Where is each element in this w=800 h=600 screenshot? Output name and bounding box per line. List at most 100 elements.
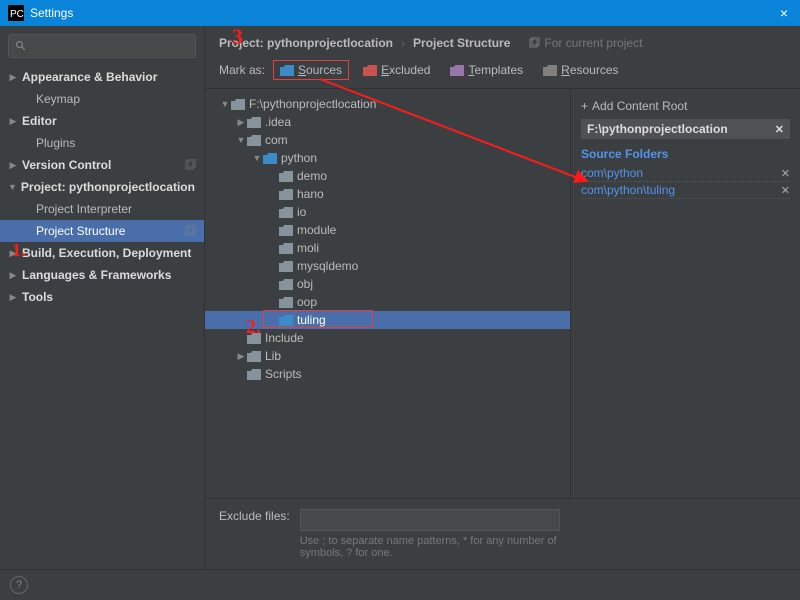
folder-Include[interactable]: Include — [205, 329, 570, 347]
folder-F--pythonprojectlocation[interactable]: F:\pythonprojectlocation — [205, 95, 570, 113]
copy-icon — [528, 37, 540, 49]
folder-icon — [247, 369, 261, 380]
folder-com[interactable]: com — [205, 131, 570, 149]
search-icon — [15, 40, 27, 52]
sidebar-item-keymap[interactable]: Keymap — [0, 88, 204, 110]
folder-icon — [247, 135, 261, 146]
breadcrumb-a[interactable]: Project: pythonprojectlocation — [219, 36, 393, 50]
folder-icon — [279, 171, 293, 182]
folder-icon — [279, 315, 293, 326]
sidebar-item-version-control[interactable]: Version Control — [0, 154, 204, 176]
exclude-input[interactable] — [300, 509, 560, 531]
folder-mysqldemo[interactable]: mysqldemo — [205, 257, 570, 275]
folder-demo[interactable]: demo — [205, 167, 570, 185]
folder-icon — [247, 333, 261, 344]
folder-module[interactable]: module — [205, 221, 570, 239]
exclude-label: Exclude files: — [219, 509, 290, 523]
chevron-right-icon — [8, 292, 18, 303]
sidebar-item-plugins[interactable]: Plugins — [0, 132, 204, 154]
sidebar-item-project-interpreter[interactable]: Project Interpreter — [0, 198, 204, 220]
settings-sidebar: Appearance & BehaviorKeymapEditorPlugins… — [0, 26, 205, 569]
folder-icon — [231, 99, 245, 110]
footer: ? — [0, 569, 800, 600]
mark-templates-button[interactable]: Templates — [444, 61, 529, 79]
folder-icon — [279, 225, 293, 236]
sidebar-item-editor[interactable]: Editor — [0, 110, 204, 132]
exclude-files-row: Exclude files: Use ; to separate name pa… — [205, 498, 800, 569]
folder-icon — [279, 297, 293, 308]
folder-io[interactable]: io — [205, 203, 570, 221]
mark-sources-button[interactable]: Sources — [273, 60, 349, 80]
sidebar-item-languages-frameworks[interactable]: Languages & Frameworks — [0, 264, 204, 286]
breadcrumb-sep: › — [401, 36, 405, 50]
settings-tree: Appearance & BehaviorKeymapEditorPlugins… — [0, 66, 204, 569]
chevron-down-icon — [8, 182, 17, 192]
folder-icon — [279, 189, 293, 200]
folder-icon — [280, 65, 294, 76]
app-icon: PC — [8, 5, 24, 21]
chevron-right-icon — [8, 160, 18, 171]
sidebar-item-tools[interactable]: Tools — [0, 286, 204, 308]
mark-resources-button[interactable]: Resources — [537, 61, 624, 79]
source-folder-row[interactable]: com\python\tuling✕ — [581, 182, 790, 199]
help-button[interactable]: ? — [10, 576, 28, 594]
mark-as-bar: Mark as: Sources Excluded Templates Reso… — [205, 54, 800, 89]
remove-source-icon[interactable]: ✕ — [781, 184, 790, 197]
folder-icon — [279, 279, 293, 290]
folder-Lib[interactable]: Lib — [205, 347, 570, 365]
folder--idea[interactable]: .idea — [205, 113, 570, 131]
folder-tuling[interactable]: tuling — [205, 311, 570, 329]
folder-python[interactable]: python — [205, 149, 570, 167]
chevron-down-icon — [251, 153, 263, 163]
remove-root-icon[interactable]: ✕ — [775, 123, 784, 136]
folder-icon — [279, 243, 293, 254]
copy-icon — [195, 181, 196, 193]
folder-obj[interactable]: obj — [205, 275, 570, 293]
folder-icon — [279, 207, 293, 218]
search-box[interactable] — [8, 34, 196, 58]
chevron-right-icon — [8, 248, 18, 259]
chevron-right-icon — [8, 270, 18, 281]
folder-icon — [247, 351, 261, 362]
main-panel: Project: pythonprojectlocation › Project… — [205, 26, 800, 569]
chevron-right-icon — [8, 116, 18, 127]
folder-icon — [263, 153, 277, 164]
mark-as-label: Mark as: — [219, 63, 265, 77]
chevron-down-icon — [235, 135, 247, 145]
breadcrumb: Project: pythonprojectlocation › Project… — [205, 26, 800, 54]
remove-source-icon[interactable]: ✕ — [781, 167, 790, 180]
sidebar-item-build-execution-deployment[interactable]: Build, Execution, Deployment — [0, 242, 204, 264]
source-folder-row[interactable]: com\python✕ — [581, 165, 790, 182]
sidebar-item-project-structure[interactable]: Project Structure — [0, 220, 204, 242]
folder-icon — [279, 261, 293, 272]
folder-hano[interactable]: hano — [205, 185, 570, 203]
folder-icon — [543, 65, 557, 76]
search-input[interactable] — [31, 40, 189, 52]
copy-icon — [184, 159, 196, 171]
copy-icon — [184, 225, 196, 237]
folder-tree: F:\pythonprojectlocation.ideacompythonde… — [205, 89, 570, 498]
folder-Scripts[interactable]: Scripts — [205, 365, 570, 383]
chevron-down-icon — [219, 99, 231, 109]
folder-moli[interactable]: moli — [205, 239, 570, 257]
chevron-right-icon — [235, 117, 247, 128]
folder-oop[interactable]: oop — [205, 293, 570, 311]
source-folders-title: Source Folders — [581, 147, 790, 161]
chevron-right-icon — [235, 351, 247, 362]
window-title: Settings — [30, 6, 776, 20]
mark-excluded-button[interactable]: Excluded — [357, 61, 436, 79]
add-content-root[interactable]: + Add Content Root — [581, 97, 790, 119]
sidebar-item-project-pythonprojectlocation[interactable]: Project: pythonprojectlocation — [0, 176, 204, 198]
close-button[interactable]: × — [776, 5, 792, 21]
chevron-right-icon — [8, 72, 18, 83]
sidebar-item-appearance-behavior[interactable]: Appearance & Behavior — [0, 66, 204, 88]
folder-icon — [247, 117, 261, 128]
plus-icon: + — [581, 99, 588, 113]
content-root-row[interactable]: F:\pythonprojectlocation ✕ — [581, 119, 790, 139]
exclude-hint: Use ; to separate name patterns, * for a… — [300, 535, 560, 559]
titlebar: PC Settings × — [0, 0, 800, 26]
breadcrumb-b: Project Structure — [413, 36, 510, 50]
folder-icon — [363, 65, 377, 76]
folder-icon — [450, 65, 464, 76]
for-current-project: For current project — [528, 36, 642, 50]
